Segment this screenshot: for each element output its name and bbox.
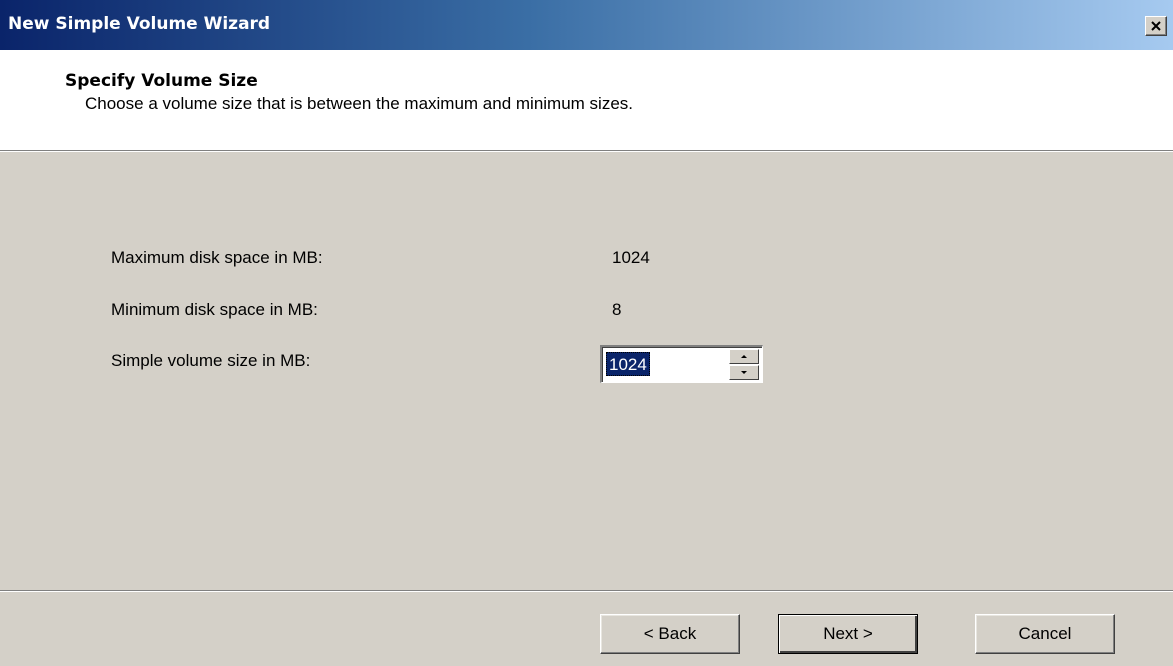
wizard-header: Specify Volume Size Choose a volume size… bbox=[0, 50, 1173, 150]
wizard-window: New Simple Volume Wizard Specify Volume … bbox=[0, 0, 1173, 666]
stepper-up-button[interactable] bbox=[729, 349, 759, 364]
stepper-down-button[interactable] bbox=[729, 365, 759, 380]
header-divider-highlight bbox=[0, 151, 1173, 152]
back-button[interactable]: < Back bbox=[600, 614, 740, 654]
volume-size-input[interactable]: 1024 bbox=[606, 352, 650, 376]
min-space-value: 8 bbox=[612, 300, 622, 319]
close-button[interactable] bbox=[1145, 16, 1167, 36]
max-space-value: 1024 bbox=[612, 248, 650, 267]
footer-divider-highlight bbox=[0, 591, 1173, 592]
cancel-button[interactable]: Cancel bbox=[975, 614, 1115, 654]
up-arrow-icon bbox=[741, 355, 747, 358]
min-space-label: Minimum disk space in MB: bbox=[111, 300, 318, 319]
title-bar[interactable]: New Simple Volume Wizard bbox=[0, 0, 1173, 50]
close-icon bbox=[1151, 21, 1161, 31]
window-title: New Simple Volume Wizard bbox=[8, 14, 271, 34]
max-space-label: Maximum disk space in MB: bbox=[111, 248, 323, 267]
next-button[interactable]: Next > bbox=[778, 614, 918, 654]
down-arrow-icon bbox=[741, 371, 747, 374]
volume-size-stepper[interactable]: 1024 bbox=[600, 345, 763, 383]
page-title: Specify Volume Size bbox=[65, 71, 258, 91]
page-subtitle: Choose a volume size that is between the… bbox=[85, 94, 634, 113]
volume-size-label: Simple volume size in MB: bbox=[111, 351, 311, 370]
